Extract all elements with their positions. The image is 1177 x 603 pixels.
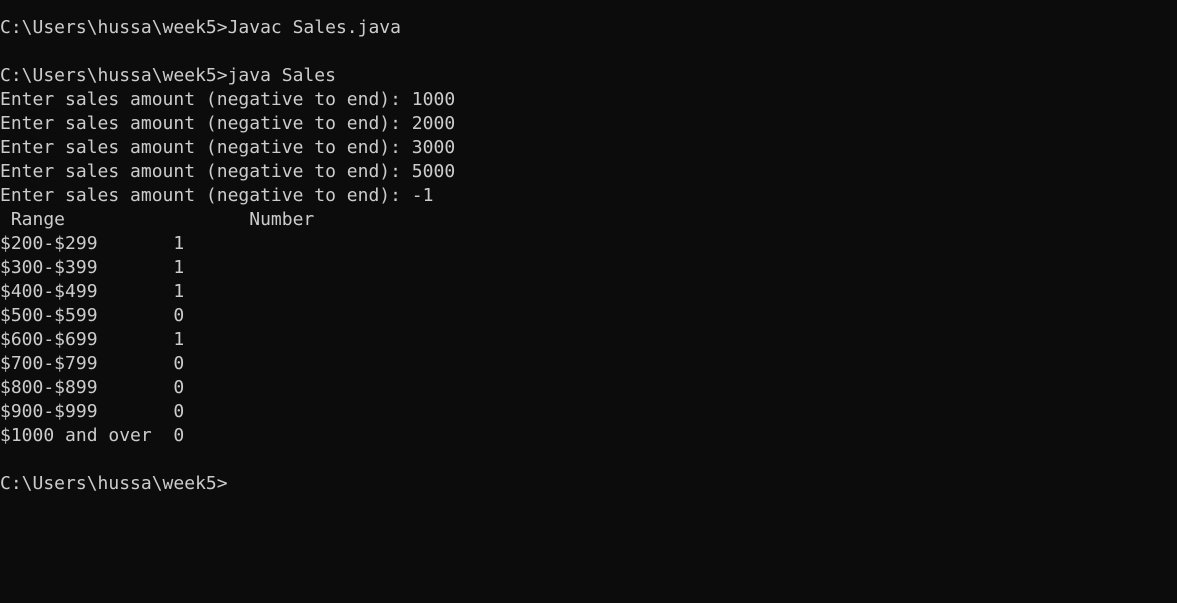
console-line: $300-$399 1 — [0, 257, 185, 278]
console-line: $1000 and over 0 — [0, 425, 185, 446]
console-line: Enter sales amount (negative to end): -1 — [0, 185, 434, 206]
console-line: C:\Users\hussa\week5> — [0, 473, 228, 494]
console-line: $200-$299 1 — [0, 233, 185, 254]
console-line: $700-$799 0 — [0, 353, 185, 374]
console-line: $900-$999 0 — [0, 401, 185, 422]
console-line: Enter sales amount (negative to end): 10… — [0, 89, 456, 110]
console-line: $800-$899 0 — [0, 377, 185, 398]
console-line: Enter sales amount (negative to end): 50… — [0, 161, 456, 182]
console-line: Range Number — [0, 209, 315, 230]
console-line: Enter sales amount (negative to end): 30… — [0, 137, 456, 158]
console-line: $600-$699 1 — [0, 329, 185, 350]
console-line: C:\Users\hussa\week5>Javac Sales.java — [0, 17, 401, 38]
console-line: $500-$599 0 — [0, 305, 185, 326]
console-output[interactable]: C:\Users\hussa\week5>Javac Sales.java C:\… — [0, 0, 1177, 603]
console-line: $400-$499 1 — [0, 281, 185, 302]
console-line: Enter sales amount (negative to end): 20… — [0, 113, 456, 134]
console-line: C:\Users\hussa\week5>java Sales — [0, 65, 336, 86]
